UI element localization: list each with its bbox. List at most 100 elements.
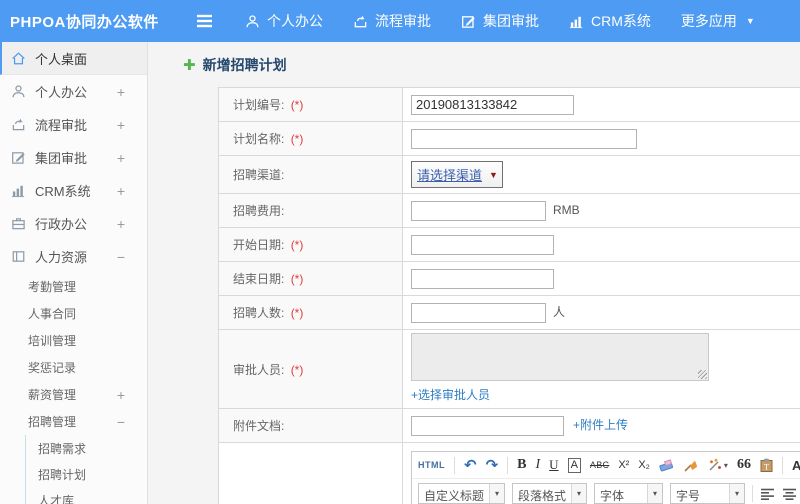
book-icon [11, 249, 26, 264]
sidebar-subitem-recruit-demand[interactable]: 招聘需求 [26, 435, 147, 461]
flow-icon [11, 117, 26, 132]
caret-down-icon: ▾ [647, 484, 663, 503]
format-painter-icon[interactable]: ▾ [707, 458, 728, 472]
required-mark: (*) [290, 238, 304, 252]
form-row-headcount: 招聘人数: (*) 人 [218, 295, 800, 330]
align-left-icon[interactable] [760, 488, 775, 500]
required-mark: (*) [290, 306, 304, 320]
expand-icon[interactable]: + [117, 216, 125, 232]
form-row-attachment: 附件文档: +附件上传 [218, 408, 800, 443]
char-border-button[interactable]: A [567, 457, 581, 473]
font-family-combo[interactable]: 字体 ▾ [594, 483, 664, 504]
sidebar-subitem-recruit-plan[interactable]: 招聘计划 [26, 461, 147, 487]
sidebar-item-admin-office[interactable]: 行政办公 + [0, 207, 147, 240]
form-row-editor: HTML ↶ ↷ B I U A ABC X² X₂ ▾ 66 T 自定义标题 … [218, 442, 800, 504]
expand-icon[interactable]: + [117, 183, 125, 199]
sidebar-subitem-hr-contract[interactable]: 人事合同 [0, 300, 147, 327]
sidebar-item-human-resources[interactable]: 人力资源 − [0, 240, 147, 273]
page-title: 新增招聘计划 [202, 57, 287, 73]
attachment-label: 附件文档: [233, 419, 285, 433]
subscript-button[interactable]: X₂ [638, 459, 650, 471]
font-color-button[interactable]: A▾ [792, 458, 800, 473]
sidebar-subitem-talent-pool[interactable]: 人才库 [26, 487, 147, 504]
sidebar-subitem-training[interactable]: 培训管理 [0, 327, 147, 354]
chart-icon [569, 14, 584, 29]
sidebar-subitem-rewards[interactable]: 奖惩记录 [0, 354, 147, 381]
collapse-icon[interactable]: − [117, 414, 125, 430]
superscript-button[interactable]: X² [618, 459, 629, 471]
nav-workflow-approval[interactable]: 流程审批 [353, 11, 431, 31]
select-approver-link[interactable]: +选择审批人员 [411, 386, 490, 403]
font-color-label: A [792, 458, 800, 473]
expand-icon[interactable]: + [117, 84, 125, 100]
main-content: ✚ 新增招聘计划 计划编号: (*) 计划名称: (*) [148, 42, 800, 504]
required-mark: (*) [290, 362, 304, 377]
user-icon [245, 14, 260, 29]
combo-value: 自定义标题 [424, 489, 485, 503]
sidebar-subitem-attendance[interactable]: 考勤管理 [0, 273, 147, 300]
blockquote-button[interactable]: 66 [737, 457, 751, 473]
sidebar-item-workflow-approval[interactable]: 流程审批 + [0, 108, 147, 141]
nav-crm-system[interactable]: CRM系统 [569, 11, 651, 31]
main-layout: 个人桌面 个人办公 + 流程审批 + 集团审批 + CRM系统 + 行政办公 +… [0, 42, 800, 504]
clear-format-broom-icon[interactable] [683, 458, 698, 472]
collapse-icon[interactable]: − [117, 249, 125, 265]
nav-personal-office[interactable]: 个人办公 [245, 11, 323, 31]
headcount-input[interactable] [411, 302, 546, 323]
sidebar-subitem-salary[interactable]: 薪资管理 + [0, 381, 147, 408]
bold-button[interactable]: B [517, 457, 526, 473]
source-code-button[interactable]: HTML [418, 460, 445, 470]
undo-button[interactable]: ↶ [464, 456, 477, 474]
plan-no-input[interactable] [411, 94, 574, 115]
form-row-plan-name: 计划名称: (*) [218, 121, 800, 156]
combo-value: 字号 [676, 489, 701, 503]
nav-group-approval[interactable]: 集团审批 [461, 11, 539, 31]
font-size-combo[interactable]: 字号 ▾ [670, 483, 746, 504]
plan-name-input[interactable] [411, 128, 637, 149]
underline-button[interactable]: U [549, 457, 558, 473]
custom-title-combo[interactable]: 自定义标题 ▾ [418, 483, 506, 504]
fee-input[interactable] [411, 200, 546, 221]
approver-textarea[interactable] [411, 333, 709, 381]
sidebar-item-label: 个人办公 [35, 85, 88, 100]
italic-button[interactable]: I [536, 457, 541, 473]
toolbar-separator [752, 485, 754, 502]
nav-label: 集团审批 [483, 13, 539, 29]
toolbar-separator [781, 456, 783, 474]
redo-button[interactable]: ↷ [486, 456, 499, 474]
paste-text-icon[interactable]: T [760, 458, 773, 472]
form-row-end-date: 结束日期: (*) [218, 261, 800, 296]
add-icon: ✚ [183, 56, 196, 74]
sidebar-item-personal-office[interactable]: 个人办公 + [0, 75, 147, 108]
caret-down-icon: ▼ [489, 169, 498, 180]
start-date-input[interactable] [411, 234, 554, 255]
align-center-icon[interactable] [782, 488, 797, 500]
end-date-input[interactable] [411, 268, 554, 289]
strikethrough-button[interactable]: ABC [590, 460, 609, 470]
eraser-icon[interactable] [659, 458, 674, 472]
sidebar-item-personal-desktop[interactable]: 个人桌面 [0, 42, 147, 75]
menu-icon[interactable] [196, 14, 213, 28]
sidebar-subitem-recruit-mgmt[interactable]: 招聘管理 − [0, 408, 147, 435]
channel-select[interactable]: 请选择渠道 ▼ [411, 161, 503, 188]
expand-icon[interactable]: + [117, 117, 125, 133]
fee-suffix: RMB [553, 202, 580, 217]
nav-more-apps[interactable]: 更多应用 ▼ [681, 11, 755, 31]
sidebar-item-label: 人才库 [38, 493, 75, 504]
sidebar-item-label: 流程审批 [35, 118, 88, 133]
sidebar-item-label: 集团审批 [35, 151, 88, 166]
editor-toolbar-row2: 自定义标题 ▾ 段落格式 ▾ 字体 ▾ 字号 ▾ [412, 479, 800, 504]
paragraph-format-combo[interactable]: 段落格式 ▾ [512, 483, 588, 504]
sidebar-item-group-approval[interactable]: 集团审批 + [0, 141, 147, 174]
headcount-label: 招聘人数: [233, 306, 285, 320]
expand-icon[interactable]: + [117, 150, 125, 166]
required-mark: (*) [290, 98, 304, 112]
flow-icon [353, 14, 368, 29]
form-row-approver: 审批人员: (*) +选择审批人员 [218, 329, 800, 409]
edit-icon [11, 150, 26, 165]
attachment-input[interactable] [411, 415, 564, 436]
expand-icon[interactable]: + [117, 387, 125, 403]
caret-down-icon: ▾ [729, 484, 745, 503]
sidebar-item-crm-system[interactable]: CRM系统 + [0, 174, 147, 207]
attachment-upload-link[interactable]: +附件上传 [573, 418, 628, 432]
